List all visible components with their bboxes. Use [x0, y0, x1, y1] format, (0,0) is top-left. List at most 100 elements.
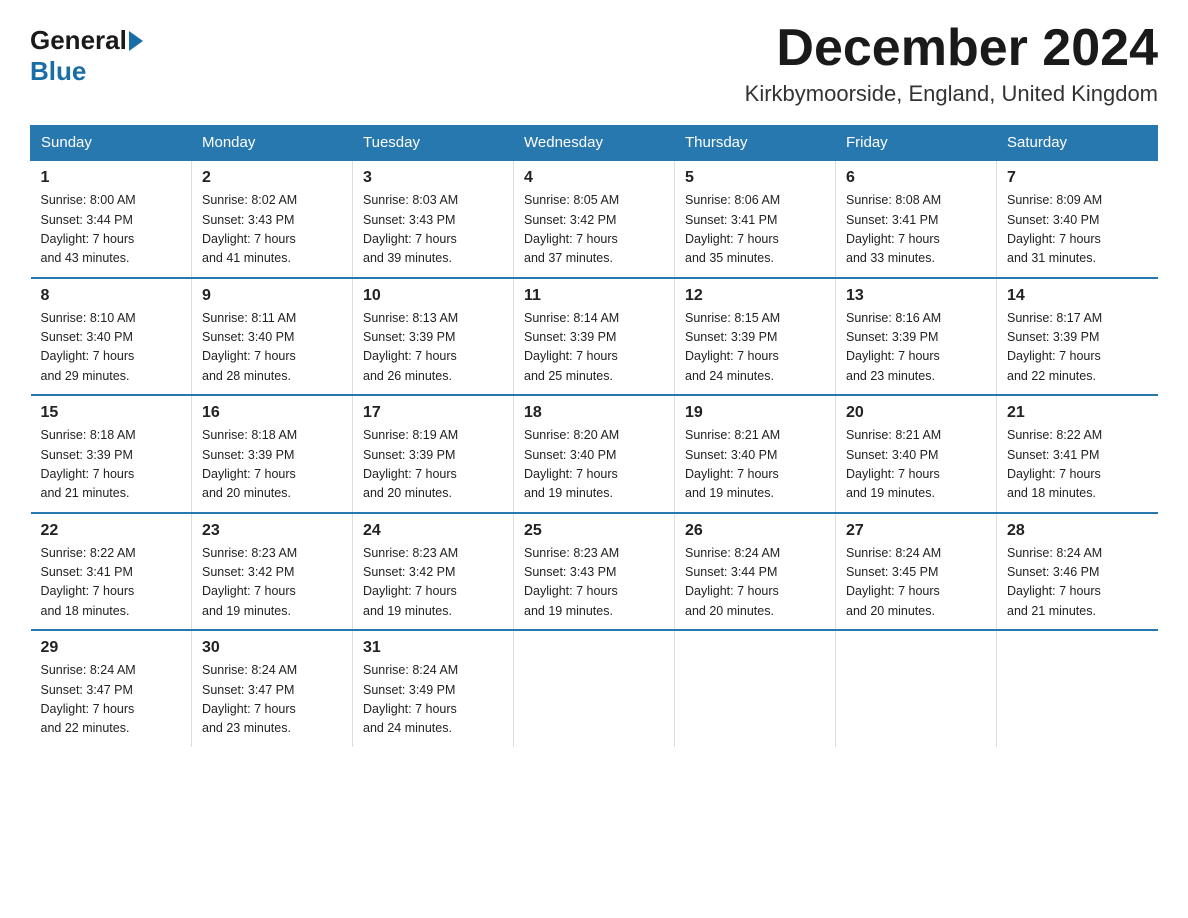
- calendar-day-cell: 10 Sunrise: 8:13 AM Sunset: 3:39 PM Dayl…: [353, 278, 514, 396]
- day-of-week-header: Tuesday: [353, 126, 514, 161]
- day-info: Sunrise: 8:08 AM Sunset: 3:41 PM Dayligh…: [846, 191, 986, 269]
- day-info: Sunrise: 8:20 AM Sunset: 3:40 PM Dayligh…: [524, 426, 664, 504]
- day-info: Sunrise: 8:24 AM Sunset: 3:47 PM Dayligh…: [41, 661, 182, 739]
- calendar-day-cell: 19 Sunrise: 8:21 AM Sunset: 3:40 PM Dayl…: [675, 395, 836, 513]
- day-info: Sunrise: 8:24 AM Sunset: 3:49 PM Dayligh…: [363, 661, 503, 739]
- calendar-day-cell: 16 Sunrise: 8:18 AM Sunset: 3:39 PM Dayl…: [192, 395, 353, 513]
- calendar-day-cell: 9 Sunrise: 8:11 AM Sunset: 3:40 PM Dayli…: [192, 278, 353, 396]
- calendar-day-cell: 23 Sunrise: 8:23 AM Sunset: 3:42 PM Dayl…: [192, 513, 353, 631]
- calendar-day-cell: 3 Sunrise: 8:03 AM Sunset: 3:43 PM Dayli…: [353, 160, 514, 278]
- day-info: Sunrise: 8:22 AM Sunset: 3:41 PM Dayligh…: [1007, 426, 1148, 504]
- calendar-day-cell: 4 Sunrise: 8:05 AM Sunset: 3:42 PM Dayli…: [514, 160, 675, 278]
- calendar-day-cell: 1 Sunrise: 8:00 AM Sunset: 3:44 PM Dayli…: [31, 160, 192, 278]
- day-info: Sunrise: 8:15 AM Sunset: 3:39 PM Dayligh…: [685, 309, 825, 387]
- day-info: Sunrise: 8:03 AM Sunset: 3:43 PM Dayligh…: [363, 191, 503, 269]
- day-of-week-header: Friday: [836, 126, 997, 161]
- day-number: 30: [202, 639, 342, 657]
- day-number: 6: [846, 169, 986, 187]
- day-number: 17: [363, 404, 503, 422]
- calendar-day-cell: 2 Sunrise: 8:02 AM Sunset: 3:43 PM Dayli…: [192, 160, 353, 278]
- day-number: 24: [363, 522, 503, 540]
- day-number: 1: [41, 169, 182, 187]
- calendar-day-cell: 28 Sunrise: 8:24 AM Sunset: 3:46 PM Dayl…: [997, 513, 1158, 631]
- day-info: Sunrise: 8:24 AM Sunset: 3:47 PM Dayligh…: [202, 661, 342, 739]
- day-info: Sunrise: 8:06 AM Sunset: 3:41 PM Dayligh…: [685, 191, 825, 269]
- day-info: Sunrise: 8:14 AM Sunset: 3:39 PM Dayligh…: [524, 309, 664, 387]
- day-info: Sunrise: 8:05 AM Sunset: 3:42 PM Dayligh…: [524, 191, 664, 269]
- day-number: 19: [685, 404, 825, 422]
- calendar-day-cell: 27 Sunrise: 8:24 AM Sunset: 3:45 PM Dayl…: [836, 513, 997, 631]
- calendar-day-cell: 12 Sunrise: 8:15 AM Sunset: 3:39 PM Dayl…: [675, 278, 836, 396]
- day-info: Sunrise: 8:24 AM Sunset: 3:44 PM Dayligh…: [685, 544, 825, 622]
- day-number: 8: [41, 287, 182, 305]
- logo-blue-text: Blue: [30, 56, 86, 86]
- day-info: Sunrise: 8:10 AM Sunset: 3:40 PM Dayligh…: [41, 309, 182, 387]
- day-of-week-header: Wednesday: [514, 126, 675, 161]
- calendar-table: SundayMondayTuesdayWednesdayThursdayFrid…: [30, 125, 1158, 747]
- calendar-day-cell: 18 Sunrise: 8:20 AM Sunset: 3:40 PM Dayl…: [514, 395, 675, 513]
- day-info: Sunrise: 8:13 AM Sunset: 3:39 PM Dayligh…: [363, 309, 503, 387]
- calendar-day-cell: [675, 630, 836, 747]
- day-info: Sunrise: 8:17 AM Sunset: 3:39 PM Dayligh…: [1007, 309, 1148, 387]
- day-info: Sunrise: 8:21 AM Sunset: 3:40 PM Dayligh…: [685, 426, 825, 504]
- day-info: Sunrise: 8:23 AM Sunset: 3:42 PM Dayligh…: [363, 544, 503, 622]
- day-info: Sunrise: 8:24 AM Sunset: 3:45 PM Dayligh…: [846, 544, 986, 622]
- day-info: Sunrise: 8:09 AM Sunset: 3:40 PM Dayligh…: [1007, 191, 1148, 269]
- calendar-week-row: 8 Sunrise: 8:10 AM Sunset: 3:40 PM Dayli…: [31, 278, 1158, 396]
- logo-general-text: General: [30, 25, 127, 56]
- day-of-week-header: Saturday: [997, 126, 1158, 161]
- day-info: Sunrise: 8:23 AM Sunset: 3:43 PM Dayligh…: [524, 544, 664, 622]
- day-number: 9: [202, 287, 342, 305]
- calendar-day-cell: [997, 630, 1158, 747]
- calendar-week-row: 29 Sunrise: 8:24 AM Sunset: 3:47 PM Dayl…: [31, 630, 1158, 747]
- calendar-day-cell: 22 Sunrise: 8:22 AM Sunset: 3:41 PM Dayl…: [31, 513, 192, 631]
- calendar-day-cell: 7 Sunrise: 8:09 AM Sunset: 3:40 PM Dayli…: [997, 160, 1158, 278]
- day-info: Sunrise: 8:24 AM Sunset: 3:46 PM Dayligh…: [1007, 544, 1148, 622]
- day-number: 20: [846, 404, 986, 422]
- day-info: Sunrise: 8:23 AM Sunset: 3:42 PM Dayligh…: [202, 544, 342, 622]
- calendar-day-cell: 25 Sunrise: 8:23 AM Sunset: 3:43 PM Dayl…: [514, 513, 675, 631]
- calendar-day-cell: 11 Sunrise: 8:14 AM Sunset: 3:39 PM Dayl…: [514, 278, 675, 396]
- day-info: Sunrise: 8:11 AM Sunset: 3:40 PM Dayligh…: [202, 309, 342, 387]
- day-number: 16: [202, 404, 342, 422]
- day-info: Sunrise: 8:02 AM Sunset: 3:43 PM Dayligh…: [202, 191, 342, 269]
- calendar-week-row: 22 Sunrise: 8:22 AM Sunset: 3:41 PM Dayl…: [31, 513, 1158, 631]
- calendar-week-row: 1 Sunrise: 8:00 AM Sunset: 3:44 PM Dayli…: [31, 160, 1158, 278]
- day-number: 10: [363, 287, 503, 305]
- calendar-day-cell: 8 Sunrise: 8:10 AM Sunset: 3:40 PM Dayli…: [31, 278, 192, 396]
- month-year-title: December 2024: [745, 20, 1158, 77]
- day-number: 4: [524, 169, 664, 187]
- day-number: 12: [685, 287, 825, 305]
- calendar-day-cell: 29 Sunrise: 8:24 AM Sunset: 3:47 PM Dayl…: [31, 630, 192, 747]
- day-number: 28: [1007, 522, 1148, 540]
- calendar-day-cell: 24 Sunrise: 8:23 AM Sunset: 3:42 PM Dayl…: [353, 513, 514, 631]
- day-info: Sunrise: 8:22 AM Sunset: 3:41 PM Dayligh…: [41, 544, 182, 622]
- day-info: Sunrise: 8:19 AM Sunset: 3:39 PM Dayligh…: [363, 426, 503, 504]
- day-number: 22: [41, 522, 182, 540]
- day-number: 25: [524, 522, 664, 540]
- day-number: 18: [524, 404, 664, 422]
- calendar-day-cell: 13 Sunrise: 8:16 AM Sunset: 3:39 PM Dayl…: [836, 278, 997, 396]
- calendar-day-cell: 15 Sunrise: 8:18 AM Sunset: 3:39 PM Dayl…: [31, 395, 192, 513]
- day-info: Sunrise: 8:18 AM Sunset: 3:39 PM Dayligh…: [41, 426, 182, 504]
- logo: General Blue: [30, 20, 145, 87]
- calendar-day-cell: 31 Sunrise: 8:24 AM Sunset: 3:49 PM Dayl…: [353, 630, 514, 747]
- day-number: 2: [202, 169, 342, 187]
- day-of-week-header: Monday: [192, 126, 353, 161]
- calendar-day-cell: 5 Sunrise: 8:06 AM Sunset: 3:41 PM Dayli…: [675, 160, 836, 278]
- day-of-week-header: Sunday: [31, 126, 192, 161]
- calendar-day-cell: 6 Sunrise: 8:08 AM Sunset: 3:41 PM Dayli…: [836, 160, 997, 278]
- calendar-day-cell: 17 Sunrise: 8:19 AM Sunset: 3:39 PM Dayl…: [353, 395, 514, 513]
- location-subtitle: Kirkbymoorside, England, United Kingdom: [745, 81, 1158, 107]
- day-number: 26: [685, 522, 825, 540]
- day-number: 7: [1007, 169, 1148, 187]
- day-number: 13: [846, 287, 986, 305]
- calendar-day-cell: 21 Sunrise: 8:22 AM Sunset: 3:41 PM Dayl…: [997, 395, 1158, 513]
- day-number: 3: [363, 169, 503, 187]
- day-number: 5: [685, 169, 825, 187]
- day-info: Sunrise: 8:18 AM Sunset: 3:39 PM Dayligh…: [202, 426, 342, 504]
- day-number: 23: [202, 522, 342, 540]
- day-number: 21: [1007, 404, 1148, 422]
- calendar-day-cell: 20 Sunrise: 8:21 AM Sunset: 3:40 PM Dayl…: [836, 395, 997, 513]
- calendar-day-cell: 14 Sunrise: 8:17 AM Sunset: 3:39 PM Dayl…: [997, 278, 1158, 396]
